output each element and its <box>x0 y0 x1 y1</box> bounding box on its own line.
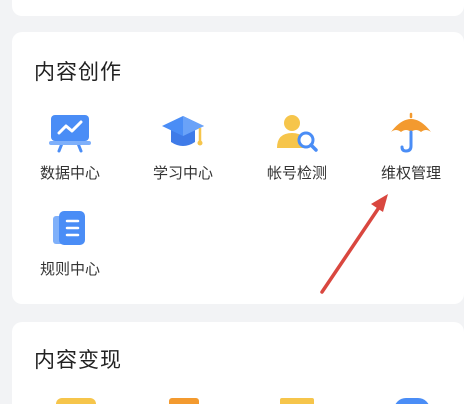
chart-board-icon <box>47 112 93 154</box>
tile-account-check[interactable]: 帐号检测 <box>247 112 347 192</box>
graduation-cap-icon <box>160 112 206 154</box>
tile-label: 数据中心 <box>39 164 100 182</box>
section-title-content-monetization: 内容变现 <box>34 348 122 372</box>
partial-icon-1 <box>56 398 96 404</box>
section-title-content-creation: 内容创作 <box>34 60 122 84</box>
account-search-icon <box>274 112 320 154</box>
partial-icon-2 <box>169 398 199 404</box>
umbrella-icon <box>388 112 434 154</box>
partial-icon-3 <box>280 398 314 404</box>
rules-book-icon <box>47 208 93 250</box>
content-monetization-card: 内容变现 <box>12 322 464 404</box>
tile-label: 帐号检测 <box>266 164 327 182</box>
partial-icon-4 <box>394 398 430 404</box>
tile-label: 规则中心 <box>39 260 100 278</box>
tile-rules-center[interactable]: 规则中心 <box>20 208 120 288</box>
previous-card <box>12 0 464 16</box>
tile-label: 学习中心 <box>152 164 213 182</box>
tile-label: 维权管理 <box>380 164 441 182</box>
tile-learning-center[interactable]: 学习中心 <box>133 112 233 192</box>
tile-data-center[interactable]: 数据中心 <box>20 112 120 192</box>
content-creation-card: 内容创作 数据中心 学习中心 帐号检测 维权管理 规则中心 <box>12 32 464 304</box>
tile-rights-management[interactable]: 维权管理 <box>361 112 461 192</box>
